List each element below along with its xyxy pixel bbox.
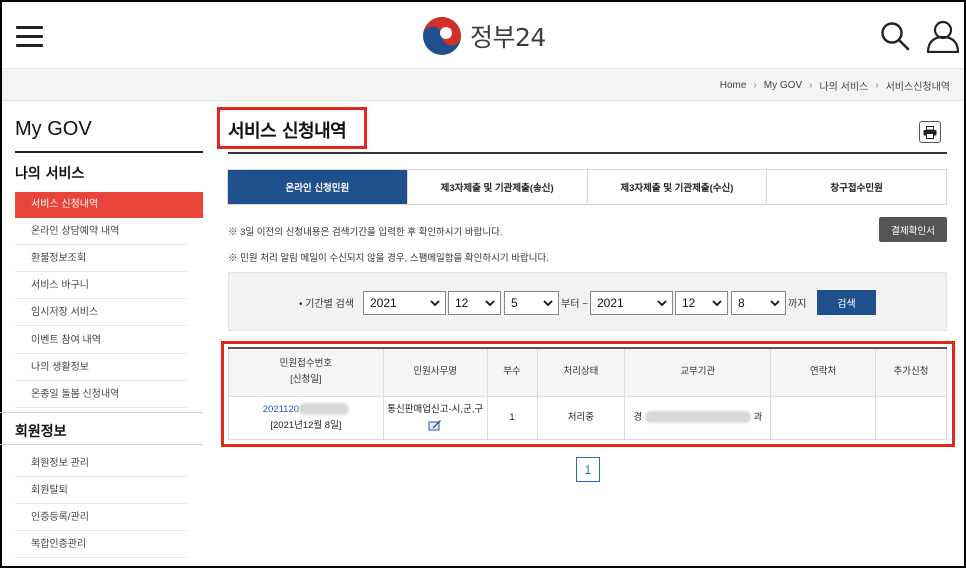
tab-counter[interactable]: 창구접수민원: [767, 170, 946, 204]
redacted-text: [644, 410, 751, 423]
to-day-value: 8: [738, 296, 745, 310]
logo-text: 정부24: [470, 23, 546, 52]
from-year-select[interactable]: 2021: [363, 291, 446, 315]
cell-service-name: 통신판매업신고-시,군,구: [382, 395, 488, 440]
sidebar-item-life-info[interactable]: 나의 생활정보: [15, 355, 187, 381]
menu-icon[interactable]: [16, 24, 44, 48]
to-day-select[interactable]: 8: [731, 291, 786, 315]
notice-search-period: ※ 3일 이전의 신청내용은 검색기간을 입력한 후 확인하시기 바랍니다.: [228, 227, 503, 238]
chevron-down-icon: [657, 300, 667, 307]
notice-spam: ※ 민원 처리 알림 메일이 수신되지 않을 경우, 스팸메일함을 확인하시기 …: [228, 253, 549, 264]
to-year-select[interactable]: 2021: [590, 291, 673, 315]
search-button[interactable]: 검색: [817, 290, 876, 315]
taegeuk-logo-icon: [423, 17, 461, 55]
col-copies: 부수: [486, 347, 538, 397]
agency-prefix: 경: [633, 411, 643, 423]
sidebar-item-temp-saved[interactable]: 임시저장 서비스: [15, 300, 187, 326]
print-button[interactable]: [919, 121, 941, 143]
from-month-value: 12: [455, 296, 469, 310]
sidebar-section-member[interactable]: 회원정보: [15, 421, 203, 441]
col-receipt-no: 민원접수번호 [신청일]: [228, 347, 384, 397]
period-search-box: • 기간별 검색 2021 12 5 부터 ~ 2021 12 8 까지 검색: [228, 272, 947, 331]
payment-receipt-button[interactable]: 결제확인서: [879, 217, 947, 242]
to-year-value: 2021: [597, 296, 624, 310]
user-icon[interactable]: [926, 19, 960, 53]
gov24-logo[interactable]: 정부24: [422, 15, 546, 57]
from-year-value: 2021: [370, 296, 397, 310]
chevron-down-icon: [712, 300, 722, 307]
cell-contact: [770, 395, 877, 440]
breadcrumb-bar: Home › My GOV › 나의 서비스 › 서비스신청내역: [2, 69, 964, 101]
chevron-right-icon: ›: [875, 80, 879, 91]
chevron-down-icon: [770, 300, 780, 307]
search-icon[interactable]: [880, 21, 910, 51]
breadcrumb-mygov[interactable]: My GOV: [764, 80, 802, 91]
from-day-select[interactable]: 5: [504, 291, 559, 315]
chevron-right-icon: ›: [753, 80, 757, 91]
breadcrumb: Home › My GOV › 나의 서비스 › 서비스신청내역: [720, 78, 950, 93]
table-header-row: 민원접수번호 [신청일] 민원사무명 부수 처리상태 교부기관 연락처 추가신청: [228, 347, 947, 397]
sidebar-section-my-service[interactable]: 나의 서비스: [15, 163, 203, 183]
title-underline: [228, 152, 947, 154]
sidebar-item-service-history[interactable]: 서비스 신청내역: [15, 192, 203, 218]
col-receipt-no-label: 민원접수번호: [279, 358, 333, 370]
sidebar-item-multi-auth[interactable]: 복합인증관리: [15, 532, 187, 558]
chevron-right-icon: ›: [809, 80, 813, 91]
to-month-value: 12: [682, 296, 696, 310]
to-suffix: 까지: [788, 299, 807, 310]
sidebar-item-member-manage[interactable]: 회원정보 관리: [15, 451, 187, 477]
printer-icon: [923, 125, 937, 139]
sidebar-item-events[interactable]: 이벤트 참여 내역: [15, 328, 187, 354]
from-month-select[interactable]: 12: [448, 291, 501, 315]
service-name: 통신판매업신고-시,군,구: [387, 403, 484, 415]
breadcrumb-current: 서비스신청내역: [885, 82, 950, 93]
breadcrumb-home[interactable]: Home: [720, 80, 747, 91]
sidebar-item-refund[interactable]: 환불정보조회: [15, 246, 187, 272]
from-day-value: 5: [511, 296, 518, 310]
from-suffix: 부터 ~: [561, 299, 589, 310]
apply-date: [2021년12월 8일]: [270, 419, 342, 431]
tab-third-party-received[interactable]: 제3자제출 및 기관제출(수신): [587, 170, 768, 204]
tab-online[interactable]: 온라인 신청민원: [228, 170, 408, 204]
col-agency: 교부기관: [624, 347, 772, 397]
sidebar-item-care[interactable]: 온종일 돌봄 신청내역: [15, 382, 187, 408]
chevron-down-icon: [485, 300, 495, 307]
table-row: 2021120 [2021년12월 8일] 통신판매업신고-시,군,구 1 처리…: [228, 395, 947, 440]
col-status: 처리상태: [536, 347, 626, 397]
cell-copies: 1: [486, 395, 538, 440]
col-service-name: 민원사무명: [382, 347, 488, 397]
period-search-label: • 기간별 검색: [299, 299, 355, 310]
col-apply-date-label: [신청일]: [290, 374, 322, 386]
sidebar-item-online-consult[interactable]: 온라인 상담예약 내역: [15, 219, 187, 245]
receipt-number-link[interactable]: 2021120: [263, 404, 299, 415]
tab-third-party-sent[interactable]: 제3자제출 및 기관제출(송신): [407, 170, 588, 204]
cell-extra: [875, 395, 947, 440]
page-title: 서비스 신청내역: [228, 121, 347, 142]
sidebar-title: My GOV: [15, 118, 203, 153]
cell-status: 처리중: [536, 395, 626, 440]
sidebar-item-cert[interactable]: 인증등록/관리: [15, 505, 187, 531]
chevron-down-icon: [430, 300, 440, 307]
sidebar-item-withdraw[interactable]: 회원탈퇴: [15, 478, 187, 504]
pagination-page-1[interactable]: 1: [576, 457, 600, 482]
sidebar-item-service-basket[interactable]: 서비스 바구니: [15, 273, 187, 299]
application-tabs: 온라인 신청민원 제3자제출 및 기관제출(송신) 제3자제출 및 기관제출(수…: [227, 169, 947, 205]
agency-suffix: 과: [753, 411, 763, 423]
redacted-text: [299, 402, 350, 415]
breadcrumb-my-service[interactable]: 나의 서비스: [819, 78, 868, 93]
sidebar-divider: [0, 412, 203, 413]
col-contact: 연락처: [770, 347, 877, 397]
cell-agency: 경 과: [624, 395, 772, 440]
col-extra: 추가신청: [875, 347, 947, 397]
to-month-select[interactable]: 12: [675, 291, 728, 315]
edit-document-icon[interactable]: [428, 419, 442, 431]
chevron-down-icon: [543, 300, 553, 307]
cell-receipt-no: 2021120 [2021년12월 8일]: [228, 395, 384, 440]
site-header: 정부24: [2, 2, 964, 69]
sidebar-divider: [0, 444, 203, 445]
result-table: 민원접수번호 [신청일] 민원사무명 부수 처리상태 교부기관 연락처 추가신청…: [228, 347, 947, 440]
